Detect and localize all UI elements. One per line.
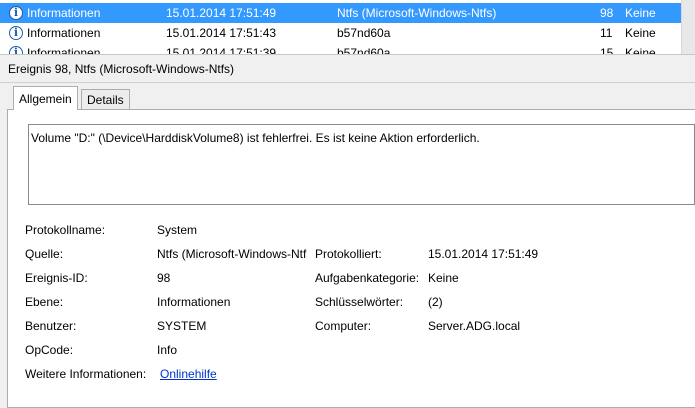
event-list[interactable]: Informationen 15.01.2014 17:51:49 Ntfs (… [0,0,695,55]
info-icon [9,6,23,20]
event-datetime: 15.01.2014 17:51:49 [166,6,277,20]
source-value: Ntfs (Microsoft-Windows-Ntfs) [157,247,307,261]
event-detail-header: Ereignis 98, Ntfs (Microsoft-Windows-Ntf… [0,55,695,83]
event-id-value: 98 [157,271,171,285]
tab-general[interactable]: Allgemein [13,86,78,110]
event-source: Ntfs (Microsoft-Windows-Ntfs) [337,6,497,20]
event-source: b57nd60a [337,46,391,55]
logged-label: Protokolliert: [315,247,382,261]
keywords-value: (2) [428,295,443,309]
event-level: Informationen [27,6,101,20]
event-id: 15 [600,46,614,55]
event-datetime: 15.01.2014 17:51:43 [166,26,277,40]
info-icon [9,46,23,54]
level-value: Informationen [157,295,231,309]
event-id: 98 [600,6,614,20]
event-list-scrollbar[interactable] [681,0,695,54]
event-message-box[interactable]: Volume "D:" (\Device\HarddiskVolume8) is… [28,124,695,205]
log-name-value: System [157,223,198,237]
event-row[interactable]: Informationen 15.01.2014 17:51:49 Ntfs (… [0,3,695,23]
opcode-value: Info [157,343,178,357]
level-label: Ebene: [25,295,64,309]
more-info-label: Weitere Informationen: [25,367,147,381]
task-category-value: Keine [428,271,459,285]
event-category: Keine [625,46,656,55]
computer-label: Computer: [315,319,372,333]
user-value: SYSTEM [157,319,207,333]
event-row[interactable]: Informationen 15.01.2014 17:51:39 b57nd6… [0,43,695,55]
event-category: Keine [625,26,656,40]
log-name-label: Protokollname: [25,223,106,237]
event-datetime: 15.01.2014 17:51:39 [166,46,277,55]
logged-value: 15.01.2014 17:51:49 [428,247,539,261]
online-help-link[interactable]: Onlinehilfe [160,367,217,381]
computer-value: Server.ADG.local [428,319,521,333]
info-icon [9,26,23,40]
event-id-label: Ereignis-ID: [25,271,88,285]
event-id: 11 [600,26,613,40]
opcode-label: OpCode: [25,343,74,357]
tab-details[interactable]: Details [81,89,130,109]
source-label: Quelle: [25,247,64,261]
event-level: Informationen [27,46,101,55]
event-source: b57nd60a [337,26,391,40]
event-level: Informationen [27,26,101,40]
event-message: Volume "D:" (\Device\HarddiskVolume8) is… [31,131,480,145]
keywords-label: Schlüsselwörter: [315,295,404,309]
event-detail-title: Ereignis 98, Ntfs (Microsoft-Windows-Ntf… [8,62,235,76]
user-label: Benutzer: [25,319,77,333]
event-row[interactable]: Informationen 15.01.2014 17:51:43 b57nd6… [0,23,695,43]
event-category: Keine [625,6,656,20]
task-category-label: Aufgabenkategorie: [315,271,420,285]
